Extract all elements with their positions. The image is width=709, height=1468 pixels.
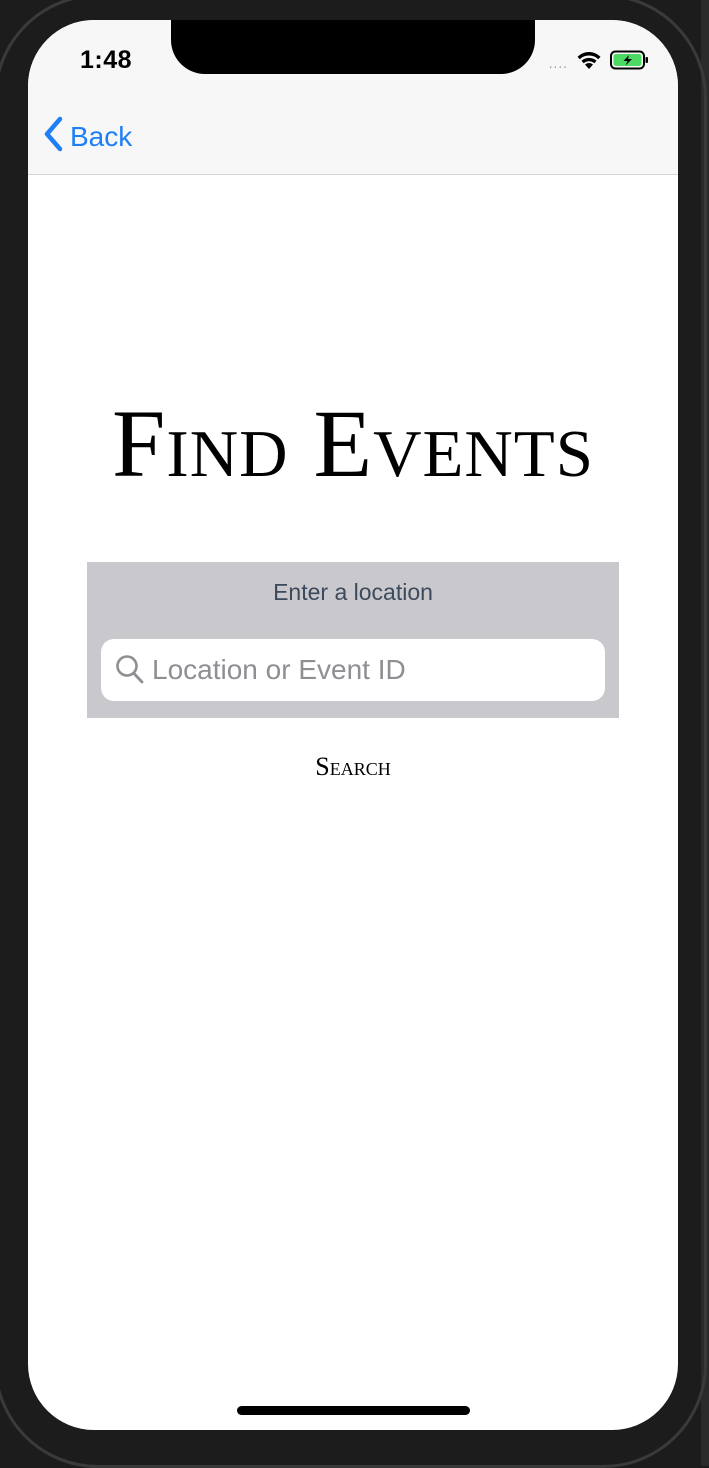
app-screen: 1:48 .... Back Find Events Enter a locat… — [28, 20, 678, 1430]
search-button[interactable]: Search — [253, 750, 453, 784]
chevron-left-icon — [42, 116, 64, 157]
wifi-icon — [576, 50, 602, 75]
status-icons: .... — [549, 50, 650, 74]
back-label: Back — [70, 120, 133, 152]
device-notch — [171, 20, 535, 74]
battery-charging-icon — [610, 50, 650, 75]
search-icon — [115, 654, 145, 686]
back-button[interactable]: Back — [42, 116, 132, 157]
search-field[interactable] — [101, 639, 605, 701]
search-input[interactable] — [152, 639, 592, 701]
search-prompt-label: Enter a location — [273, 579, 433, 605]
page-title: Find Events — [112, 390, 594, 497]
navigation-bar: Back — [28, 94, 678, 175]
status-time: 1:48 — [80, 46, 133, 74]
home-indicator[interactable] — [237, 1406, 470, 1415]
search-panel: Enter a location — [87, 562, 619, 718]
status-bar: 1:48 .... — [28, 20, 678, 94]
device-frame: 1:48 .... Back Find Events Enter a locat… — [0, 0, 709, 1468]
signal-icon: .... — [548, 57, 568, 71]
